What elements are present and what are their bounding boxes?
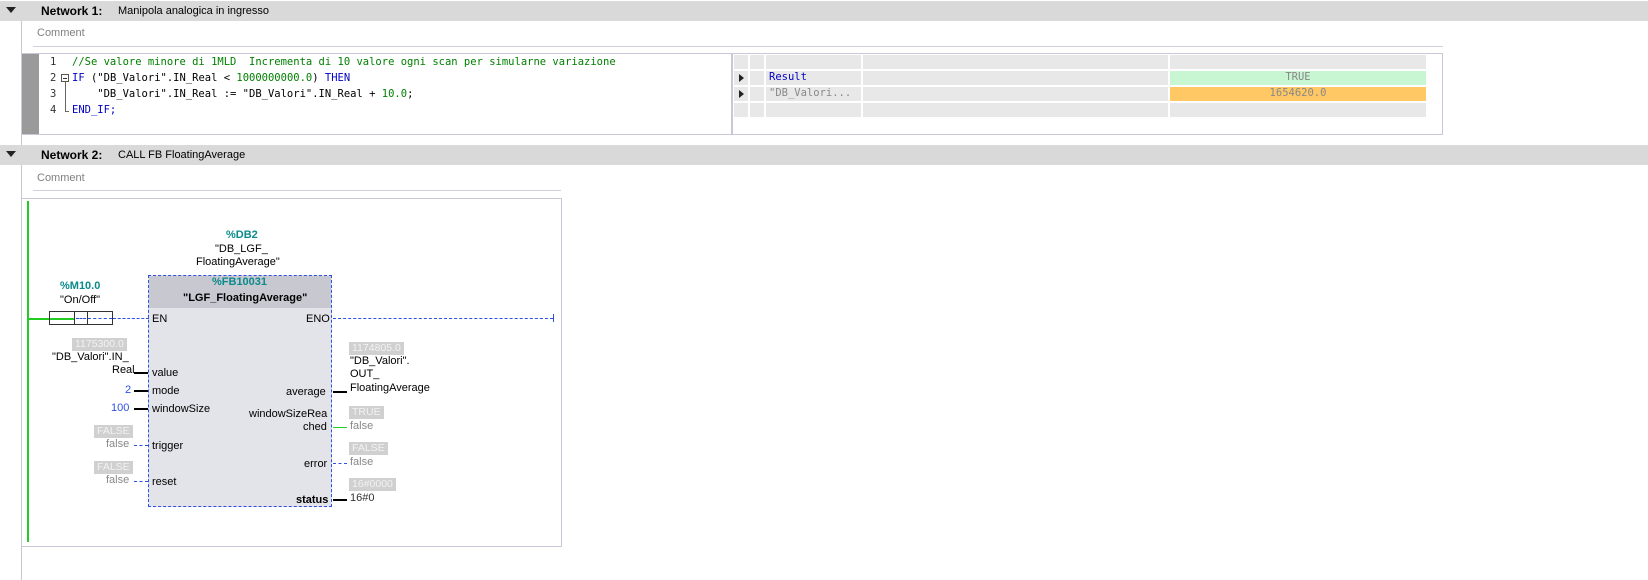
pin-mode: mode: [152, 385, 180, 397]
contact-name[interactable]: "On/Off": [60, 294, 100, 306]
operand-mode[interactable]: 2: [125, 384, 131, 396]
pin-window-size-reached-2: ched: [303, 421, 327, 433]
operand-status[interactable]: 16#0: [350, 492, 374, 504]
wire: [333, 391, 347, 393]
monitor-name: Result: [766, 71, 861, 85]
monitor-error-badge: FALSE: [349, 442, 388, 455]
operand-error[interactable]: false: [350, 456, 373, 468]
network-2-comment[interactable]: Comment: [37, 172, 85, 184]
operand-window-size[interactable]: 100: [111, 402, 129, 414]
comment-divider: [33, 190, 561, 191]
monitor-reached-badge: TRUE: [349, 406, 384, 419]
monitor-reset-badge: FALSE: [94, 461, 133, 474]
instance-db-address[interactable]: %DB2: [226, 229, 258, 241]
comment-divider: [33, 46, 1443, 47]
line-number: 4: [50, 104, 57, 116]
fb-name[interactable]: "LGF_FloatingAverage": [183, 292, 307, 304]
instance-db-name-1[interactable]: "DB_LGF_: [215, 243, 268, 255]
table-row: [734, 103, 1428, 117]
keyword-if: IF: [72, 72, 85, 84]
code-text: "DB_Valori".IN_Real := "DB_Valori".IN_Re…: [72, 88, 382, 100]
expand-row-icon[interactable]: [734, 87, 748, 101]
fb-address[interactable]: %FB10031: [212, 276, 267, 288]
code-line-4[interactable]: END_IF;: [72, 104, 116, 116]
fold-toggle-icon[interactable]: [61, 74, 69, 82]
expand-row-icon[interactable]: [734, 71, 748, 85]
line-number: 1: [50, 56, 57, 68]
wire: [134, 408, 148, 410]
wire: [134, 390, 148, 392]
keyword-then: THEN: [324, 72, 351, 84]
pin-window-size-reached-1: windowSizeRea: [249, 408, 328, 420]
table-row[interactable]: "DB_Valori... 1654620.0: [734, 87, 1428, 101]
collapse-triangle-icon[interactable]: [6, 7, 16, 13]
wire: [333, 463, 347, 464]
fold-guide: [65, 82, 66, 112]
pin-value: value: [152, 367, 179, 379]
editor-gutter: [22, 54, 39, 134]
collapse-triangle-icon[interactable]: [6, 151, 16, 157]
operand-trigger[interactable]: false: [106, 438, 129, 450]
eno-end: [553, 314, 554, 322]
pin-status: status: [296, 494, 329, 506]
wire: [333, 499, 347, 501]
pin-en: EN: [152, 313, 168, 325]
operand-average-1[interactable]: "DB_Valori".: [350, 355, 410, 367]
operand-reached[interactable]: false: [350, 420, 373, 432]
code-number: 1000000000.0: [236, 72, 313, 84]
code-number: 10.0: [381, 88, 408, 100]
wire: [134, 445, 148, 446]
contact-on-off[interactable]: [49, 311, 113, 325]
pin-eno: ENO: [306, 313, 330, 325]
monitor-value: 1654620.0: [1170, 87, 1426, 101]
wire: [333, 427, 347, 428]
monitor-average-badge: 1174805.0: [349, 342, 404, 355]
operand-average-3[interactable]: FloatingAverage: [350, 382, 430, 394]
code-text: ): [312, 72, 325, 84]
line-number: 2: [50, 72, 57, 84]
monitor-name: "DB_Valori...: [766, 87, 861, 101]
code-text: ;: [407, 88, 414, 100]
network-2-title: Network 2:: [41, 148, 103, 162]
pin-error: error: [304, 458, 328, 470]
table-row: [734, 55, 1428, 69]
network-2-description[interactable]: CALL FB FloatingAverage: [118, 149, 245, 161]
network-1-comment[interactable]: Comment: [37, 27, 85, 39]
network-1-description[interactable]: Manipola analogica in ingresso: [118, 5, 269, 17]
network-2-header[interactable]: Network 2: CALL FB FloatingAverage: [0, 145, 1648, 165]
operand-value-1[interactable]: "DB_Valori".IN_: [52, 351, 129, 363]
wire: [134, 481, 148, 482]
monitor-value: TRUE: [1170, 71, 1426, 85]
monitor-value-badge: 1175300.0: [72, 338, 127, 351]
line-number: 3: [50, 88, 57, 100]
en-wire: [113, 318, 149, 319]
instance-db-name-2[interactable]: FloatingAverage": [196, 256, 280, 268]
table-row[interactable]: Result TRUE: [734, 71, 1428, 85]
pin-window-size: windowSize: [152, 403, 211, 415]
contact-address[interactable]: %M10.0: [60, 280, 100, 292]
wire: [134, 372, 148, 374]
code-line-1[interactable]: //Se valore minore di 1MLD Incrementa di…: [72, 56, 616, 68]
pin-reset: reset: [152, 476, 177, 488]
operand-reset[interactable]: false: [106, 474, 129, 486]
monitor-trigger-badge: FALSE: [94, 425, 133, 438]
network-1-header[interactable]: Network 1: Manipola analogica in ingress…: [0, 1, 1648, 21]
fold-guide-end: [65, 111, 69, 112]
monitor-status-badge: 16#0000: [349, 478, 396, 491]
power-flow-wire: [29, 318, 49, 320]
pin-average: average: [286, 386, 326, 398]
power-rail: [27, 201, 29, 542]
operand-value-2[interactable]: Real: [112, 364, 135, 376]
code-line-2[interactable]: IF ("DB_Valori".IN_Real < 1000000000.0) …: [72, 72, 350, 84]
code-line-3[interactable]: "DB_Valori".IN_Real := "DB_Valori".IN_Re…: [72, 88, 413, 100]
pin-trigger: trigger: [152, 440, 184, 452]
network-1-title: Network 1:: [41, 4, 103, 18]
eno-wire: [333, 318, 553, 319]
operand-average-2[interactable]: OUT_: [350, 368, 379, 380]
code-text: ("DB_Valori".IN_Real <: [84, 72, 237, 84]
